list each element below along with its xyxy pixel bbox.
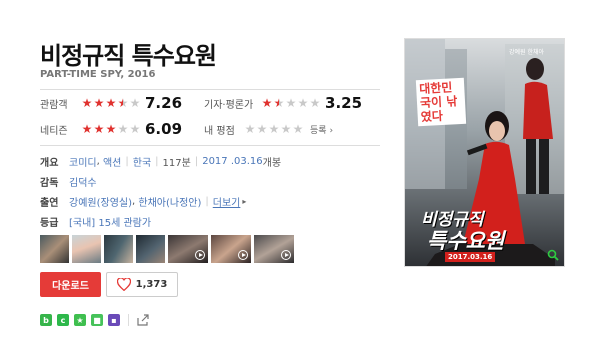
director-link[interactable]: 김덕수 [69,174,97,189]
star-icon: ★ [81,96,93,110]
still-thumbnail[interactable] [104,235,133,263]
release-date-link[interactable]: 2017 .03.16 [202,156,262,167]
star-icon: ★ [309,96,321,110]
movie-title: 비정규직 특수요원 [40,42,217,70]
country-link[interactable]: 한국 [133,154,151,169]
overview-row: 개요 코미디 , 액션 | 한국 | 117분 | 2017 .03.16 개봉 [40,154,282,169]
netizen-stars: ★ ★ ★ ★ ★ [81,123,141,135]
star-half-icon: ★ [273,96,285,110]
star-icon: ★ [105,122,117,136]
share-icon[interactable] [137,314,150,326]
cast-label: 출연 [40,197,59,209]
poster-title-2: 특수요원 [427,229,505,253]
star-icon: ★ [129,96,141,110]
my-rating-stars[interactable]: ★ ★ ★ ★ ★ [244,123,304,135]
still-thumbnail[interactable] [40,235,69,263]
play-icon [195,250,205,260]
cafe-share-icon[interactable]: c [57,314,69,326]
star-icon: ★ [81,122,93,136]
star-icon[interactable]: ★ [292,123,304,135]
director-label: 감독 [40,177,59,189]
critic-rating-label: 기자·평론가 [204,99,254,111]
like-button[interactable]: 1,373 [106,272,178,297]
poster-tagline: 대한민국이 낚였다 [415,77,467,127]
star-icon[interactable]: ★ [268,123,280,135]
poster-credits: 강예원 한채아 [509,49,545,56]
genre-link-comedy[interactable]: 코미디 [69,154,97,169]
divider [40,89,380,90]
star-icon: ★ [93,96,105,110]
movie-subtitle: PART-TIME SPY, 2016 [40,69,156,80]
heart-icon [116,278,131,291]
video-thumbnail[interactable] [254,235,294,263]
star-icon[interactable]: ★ [256,123,268,135]
memo-share-icon[interactable]: ▪ [108,314,120,326]
cast-link-2[interactable]: 한채아(나정안) [138,194,201,209]
like-count: 1,373 [135,279,168,290]
director-row: 감독 김덕수 [40,174,97,189]
star-icon: ★ [297,96,309,110]
chevron-right-icon: › [329,125,334,136]
star-icon: ★ [285,96,297,110]
grade-label: 등급 [40,217,59,229]
video-thumbnail[interactable] [211,235,251,263]
cast-link-1[interactable]: 강예원(장영실) [69,194,132,209]
star-icon: ★ [129,122,141,136]
audience-stars: ★ ★ ★ ★ ★ [81,97,141,109]
my-rating-label: 내 평점 [204,125,235,137]
share-bar: b c ★ ■ ▪ [40,314,150,326]
star-half-icon: ★ [117,96,129,110]
audience-rating-label: 관람객 [40,99,68,111]
grade-link[interactable]: [국내] 15세 관람가 [69,214,151,229]
download-button[interactable]: 다운로드 [40,272,101,297]
netizen-rating-label: 네티즌 [40,125,68,137]
chevron-right-icon: ▸ [242,196,247,206]
rating-row-2: 네티즌 ★ ★ ★ ★ ★ 6.09 내 평점 ★ ★ ★ ★ ★ 등록 › [40,120,333,138]
audience-score: 7.26 [145,94,183,112]
genre-link-action[interactable]: 액션 [103,154,121,169]
critic-stars: ★ ★ ★ ★ ★ [261,97,321,109]
movie-poster[interactable]: 강예원 한채아 대한민국이 낚였다 비정규직 특수요원 2017.03.16 [404,38,565,267]
blog-share-icon[interactable]: b [40,314,52,326]
runtime: 117분 [162,157,191,169]
netizen-score: 6.09 [145,120,183,138]
divider [128,314,129,326]
media-thumbnails [40,235,294,263]
overview-label: 개요 [40,157,59,169]
bookmark-share-icon[interactable]: ★ [74,314,86,326]
star-icon: ★ [261,96,273,110]
still-thumbnail[interactable] [136,235,165,263]
grade-row: 등급 [국내] 15세 관람가 [40,214,151,229]
band-share-icon[interactable]: ■ [91,314,103,326]
cast-row: 출연 강예원(장영실) , 한채아(나정안) | 더보기 ▸ [40,194,247,209]
rating-row-1: 관람객 ★ ★ ★ ★ ★ 7.26 기자·평론가 ★ ★ ★ ★ ★ 3.25 [40,94,362,112]
release-suffix: 개봉 [262,157,282,169]
star-icon[interactable]: ★ [280,123,292,135]
still-thumbnail[interactable] [72,235,101,263]
poster-date: 2017.03.16 [445,252,496,262]
register-rating-link[interactable]: 등록 › [310,123,333,136]
cast-more-link[interactable]: 더보기 [213,194,241,209]
divider [40,145,380,146]
video-thumbnail[interactable] [168,235,208,263]
critic-score: 3.25 [325,94,363,112]
star-icon[interactable]: ★ [244,123,256,135]
star-icon: ★ [93,122,105,136]
star-icon: ★ [105,96,117,110]
play-icon [238,250,248,260]
star-icon: ★ [117,122,129,136]
zoom-icon[interactable] [547,249,559,261]
play-icon [281,250,291,260]
